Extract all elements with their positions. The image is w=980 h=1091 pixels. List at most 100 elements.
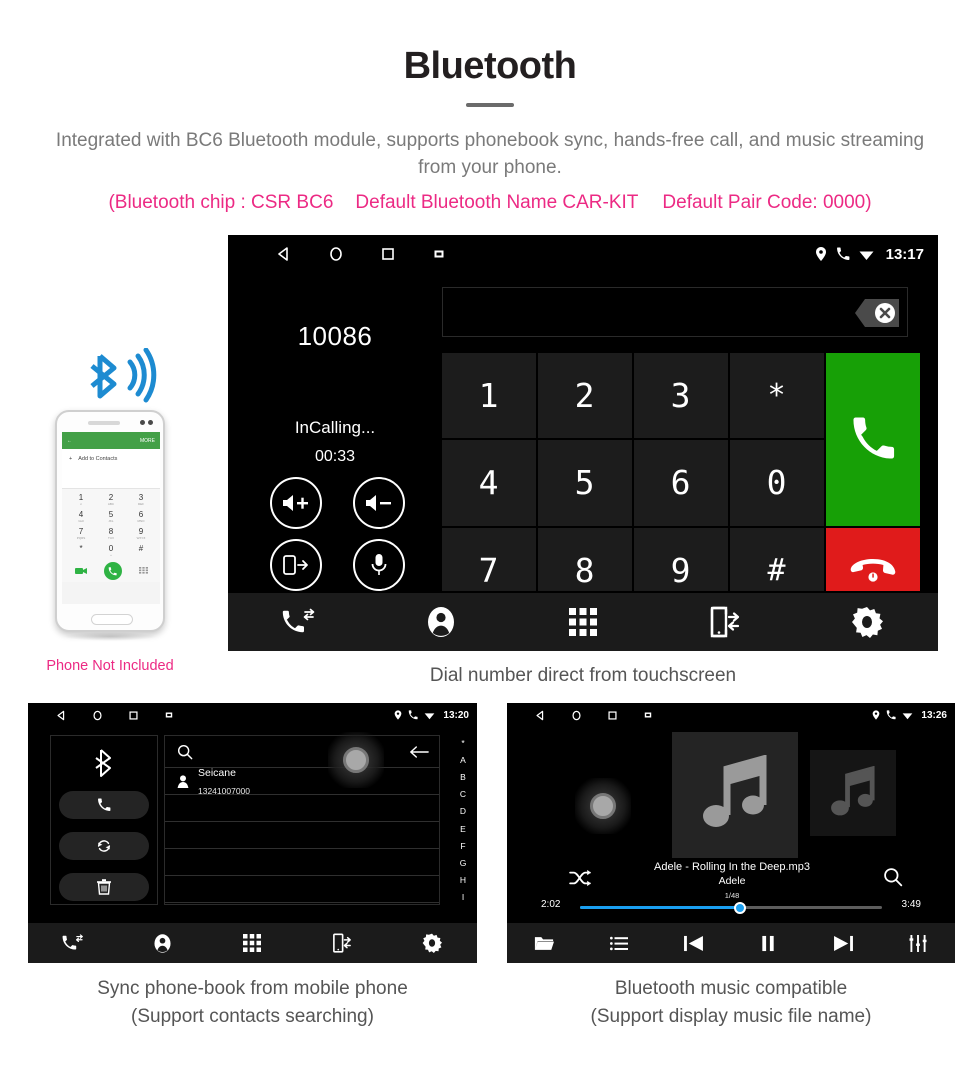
- sync-icon: [96, 838, 112, 854]
- nav-folder[interactable]: [507, 935, 582, 952]
- avatar-icon: [177, 774, 189, 788]
- nav-settings[interactable]: [387, 933, 477, 953]
- phone-icon: [836, 247, 850, 261]
- screenshot-icon[interactable]: [432, 247, 446, 261]
- dial-number-input[interactable]: [442, 287, 908, 337]
- nav-call-log[interactable]: [228, 608, 370, 636]
- nav-equalizer[interactable]: [880, 934, 955, 952]
- location-icon: [394, 710, 402, 720]
- key-0[interactable]: 0: [730, 440, 824, 526]
- search-icon[interactable]: [177, 744, 193, 760]
- playlist-icon: [610, 936, 628, 951]
- alpha-index-item[interactable]: A: [460, 755, 466, 765]
- progress-knob[interactable]: [734, 901, 747, 914]
- contact-list-item[interactable]: Seicane 13241007000: [165, 767, 439, 796]
- phonebook-side-actions: [50, 735, 158, 905]
- home-icon[interactable]: [92, 710, 103, 721]
- phone-dialpad-row: 1 ∞ 2 ABC 3 DEF: [66, 491, 156, 508]
- folder-icon: [534, 935, 555, 952]
- alpha-index-item[interactable]: B: [460, 772, 466, 782]
- key-2[interactable]: 2: [538, 353, 632, 439]
- phone-key-sub: PQRS: [76, 535, 86, 540]
- nav-phone-sync[interactable]: [654, 606, 796, 638]
- key-1[interactable]: 1: [442, 353, 536, 439]
- volume-up-button[interactable]: [269, 477, 322, 529]
- phone-key-sub: WXYZ: [136, 535, 146, 540]
- alpha-index-item[interactable]: D: [460, 806, 466, 816]
- back-icon[interactable]: [56, 710, 67, 721]
- spec-line: (Bluetooth chip : CSR BC6 Default Blueto…: [20, 192, 960, 214]
- search-icon[interactable]: [883, 867, 903, 887]
- screenshot-icon[interactable]: [643, 710, 653, 720]
- volume-up-icon: [281, 493, 311, 513]
- contact-list-item-empty[interactable]: [165, 795, 439, 822]
- phone-key: 8 TUV: [96, 525, 126, 542]
- back-arrow-icon[interactable]: [409, 745, 429, 759]
- phone-key-num: 6: [138, 509, 144, 519]
- bottom-nav-bar: [507, 923, 955, 963]
- nav-settings[interactable]: [796, 606, 938, 638]
- contacts-icon: [426, 605, 456, 639]
- caption-music-line2: (Support display music file name): [590, 1005, 872, 1027]
- alpha-index-item[interactable]: G: [460, 858, 467, 868]
- nav-dialpad[interactable]: [512, 608, 654, 636]
- contact-list-item-empty[interactable]: [165, 876, 439, 903]
- nav-phone-sync[interactable]: [297, 933, 387, 953]
- bluetooth-feature-page: Bluetooth Integrated with BC6 Bluetooth …: [0, 0, 980, 1091]
- call-button[interactable]: [826, 353, 920, 526]
- shuffle-icon[interactable]: [569, 869, 591, 887]
- phonebook-sync-button[interactable]: [59, 832, 149, 860]
- key-5[interactable]: 5: [538, 440, 632, 526]
- key-6[interactable]: 6: [634, 440, 728, 526]
- phonebook-call-button[interactable]: [59, 791, 149, 819]
- home-icon[interactable]: [571, 710, 582, 721]
- add-to-contacts-label: Add to Contacts: [78, 456, 118, 462]
- alpha-index-item[interactable]: C: [460, 789, 466, 799]
- plus-icon: +: [69, 456, 73, 462]
- nav-pause[interactable]: [731, 935, 806, 952]
- next-icon: [833, 935, 853, 952]
- key-3[interactable]: 3: [634, 353, 728, 439]
- call-control-buttons: [254, 477, 420, 591]
- nav-previous[interactable]: [656, 935, 731, 952]
- nav-next[interactable]: [806, 935, 881, 952]
- contact-list-item-empty[interactable]: [165, 822, 439, 849]
- transfer-to-phone-button[interactable]: [269, 539, 322, 591]
- spec-chip: (Bluetooth chip : CSR BC6: [108, 192, 334, 213]
- phonebook-delete-button[interactable]: [59, 873, 149, 901]
- alphabet-index[interactable]: * A B C D E F G H I: [452, 736, 474, 904]
- nav-contacts[interactable]: [370, 605, 512, 639]
- nav-playlist[interactable]: [582, 936, 657, 951]
- contact-list-item-empty[interactable]: [165, 849, 439, 876]
- screenshot-icon[interactable]: [164, 710, 174, 720]
- phone-key-sub: JKL: [108, 518, 114, 523]
- key-4[interactable]: 4: [442, 440, 536, 526]
- phone-key-sub: MNO: [137, 518, 145, 523]
- music-note-icon: [827, 765, 879, 821]
- alpha-index-item[interactable]: *: [461, 738, 464, 748]
- system-nav-icons: [535, 703, 653, 727]
- alpha-index-item[interactable]: F: [460, 841, 465, 851]
- alpha-index-item[interactable]: I: [462, 892, 464, 902]
- home-icon[interactable]: [328, 246, 344, 262]
- recents-icon[interactable]: [128, 710, 139, 721]
- mute-mic-button[interactable]: [352, 539, 405, 591]
- status-bar: 13:17: [228, 235, 938, 273]
- status-icons: 13:17: [815, 235, 924, 273]
- progress-slider[interactable]: [580, 901, 882, 914]
- recents-icon[interactable]: [380, 246, 396, 262]
- phone-key-sub: +: [110, 552, 112, 557]
- key-star[interactable]: *: [730, 353, 824, 439]
- backspace-icon[interactable]: [833, 295, 901, 331]
- alpha-index-item[interactable]: E: [460, 824, 466, 834]
- delete-icon: [97, 879, 111, 895]
- phonebook-screenshot: 13:20 Seicane 13241007000 * A B C D E F …: [28, 703, 477, 963]
- nav-call-log[interactable]: [28, 934, 118, 952]
- alpha-index-item[interactable]: H: [460, 875, 466, 885]
- back-icon[interactable]: [535, 710, 546, 721]
- nav-contacts[interactable]: [118, 933, 208, 954]
- nav-dialpad[interactable]: [208, 934, 298, 952]
- back-icon[interactable]: [276, 246, 292, 262]
- recents-icon[interactable]: [607, 710, 618, 721]
- volume-down-button[interactable]: [352, 477, 405, 529]
